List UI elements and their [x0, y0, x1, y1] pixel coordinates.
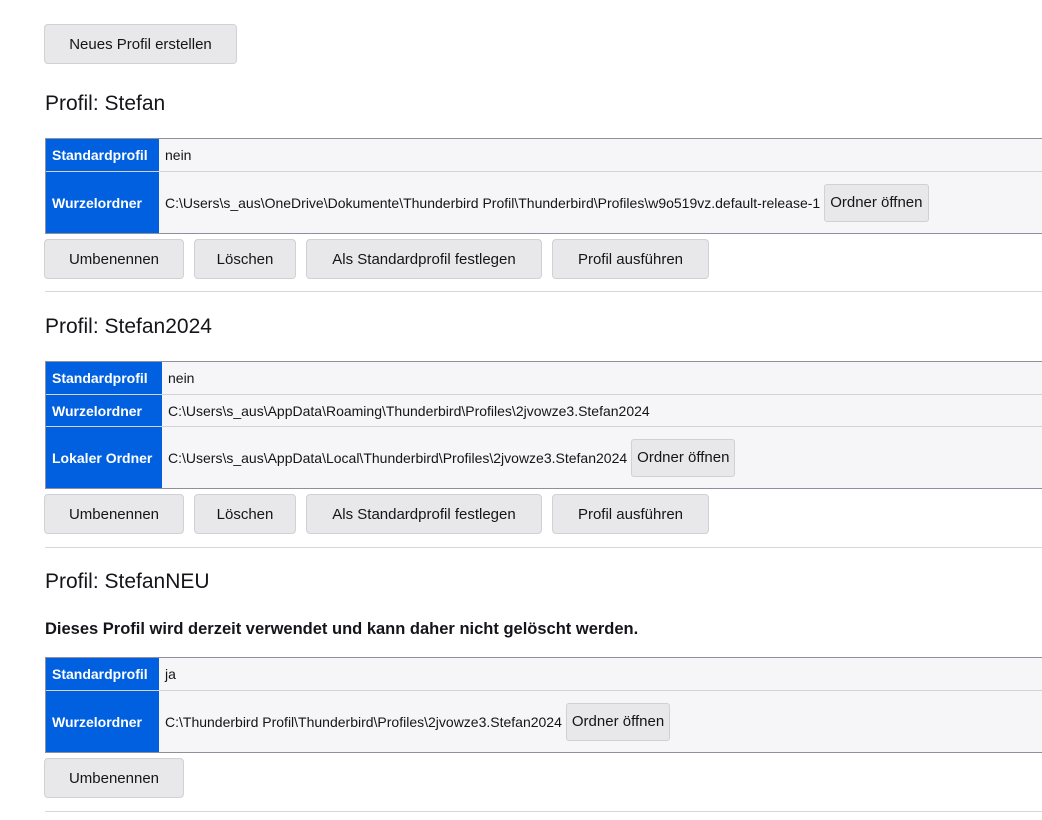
profile-heading-stefanneu: Profil: StefanNEU [45, 570, 210, 593]
row-value-default-profile: ja [159, 658, 1042, 690]
table-row: Standardprofil ja [46, 658, 1042, 690]
profile-info-table-stefan: Standardprofil nein Wurzelordner C:\User… [45, 138, 1042, 234]
table-row: Wurzelordner C:\Users\s_aus\OneDrive\Dok… [46, 171, 1042, 233]
profile-info-table-stefan2024: Standardprofil nein Wurzelordner C:\User… [45, 361, 1042, 489]
section-divider [45, 291, 1042, 292]
root-folder-path: C:\Thunderbird Profil\Thunderbird\Profil… [165, 713, 562, 730]
row-label-local-folder: Lokaler Ordner [46, 427, 162, 488]
profile-heading-stefan: Profil: Stefan [45, 92, 166, 115]
open-folder-button[interactable]: Ordner öffnen [565, 702, 671, 741]
launch-profile-button[interactable]: Profil ausführen [552, 239, 709, 279]
row-value-root-folder: C:\Thunderbird Profil\Thunderbird\Profil… [159, 691, 1042, 752]
table-row: Standardprofil nein [46, 139, 1042, 171]
row-value-root-folder: C:\Users\s_aus\AppData\Roaming\Thunderbi… [162, 395, 1042, 426]
open-folder-button[interactable]: Ordner öffnen [631, 438, 736, 477]
local-folder-path: C:\Users\s_aus\AppData\Local\Thunderbird… [168, 449, 628, 466]
row-label-root-folder: Wurzelordner [46, 395, 162, 426]
rename-button[interactable]: Umbenennen [44, 758, 184, 798]
rename-button[interactable]: Umbenennen [44, 494, 184, 534]
root-folder-path: C:\Users\s_aus\OneDrive\Dokumente\Thunde… [165, 194, 821, 211]
section-divider [45, 547, 1042, 548]
profile-in-use-notice: Dieses Profil wird derzeit verwendet und… [45, 620, 639, 638]
table-row: Standardprofil nein [46, 362, 1042, 394]
table-row: Wurzelordner C:\Users\s_aus\AppData\Roam… [46, 394, 1042, 426]
row-label-default-profile: Standardprofil [46, 139, 159, 171]
table-row: Lokaler Ordner C:\Users\s_aus\AppData\Lo… [46, 426, 1042, 488]
rename-button[interactable]: Umbenennen [44, 239, 184, 279]
row-value-local-folder: C:\Users\s_aus\AppData\Local\Thunderbird… [162, 427, 1042, 488]
row-label-default-profile: Standardprofil [46, 658, 159, 690]
new-profile-button[interactable]: Neues Profil erstellen [44, 24, 237, 64]
delete-button[interactable]: Löschen [194, 494, 296, 534]
launch-profile-button[interactable]: Profil ausführen [552, 494, 709, 534]
profile-heading-stefan2024: Profil: Stefan2024 [45, 315, 212, 338]
profile-info-table-stefanneu: Standardprofil ja Wurzelordner C:\Thunde… [45, 657, 1042, 753]
table-row: Wurzelordner C:\Thunderbird Profil\Thund… [46, 690, 1042, 752]
profiles-page: Neues Profil erstellen Profil: Stefan St… [0, 0, 1042, 820]
set-default-profile-button[interactable]: Als Standardprofil festlegen [306, 494, 542, 534]
row-label-root-folder: Wurzelordner [46, 691, 159, 752]
set-default-profile-button[interactable]: Als Standardprofil festlegen [306, 239, 542, 279]
row-label-default-profile: Standardprofil [46, 362, 162, 394]
row-label-root-folder: Wurzelordner [46, 172, 159, 233]
row-value-root-folder: C:\Users\s_aus\OneDrive\Dokumente\Thunde… [159, 172, 1042, 233]
delete-button[interactable]: Löschen [194, 239, 296, 279]
section-divider [45, 811, 1042, 812]
row-value-default-profile: nein [162, 362, 1042, 394]
row-value-default-profile: nein [159, 139, 1042, 171]
open-folder-button[interactable]: Ordner öffnen [824, 183, 929, 222]
